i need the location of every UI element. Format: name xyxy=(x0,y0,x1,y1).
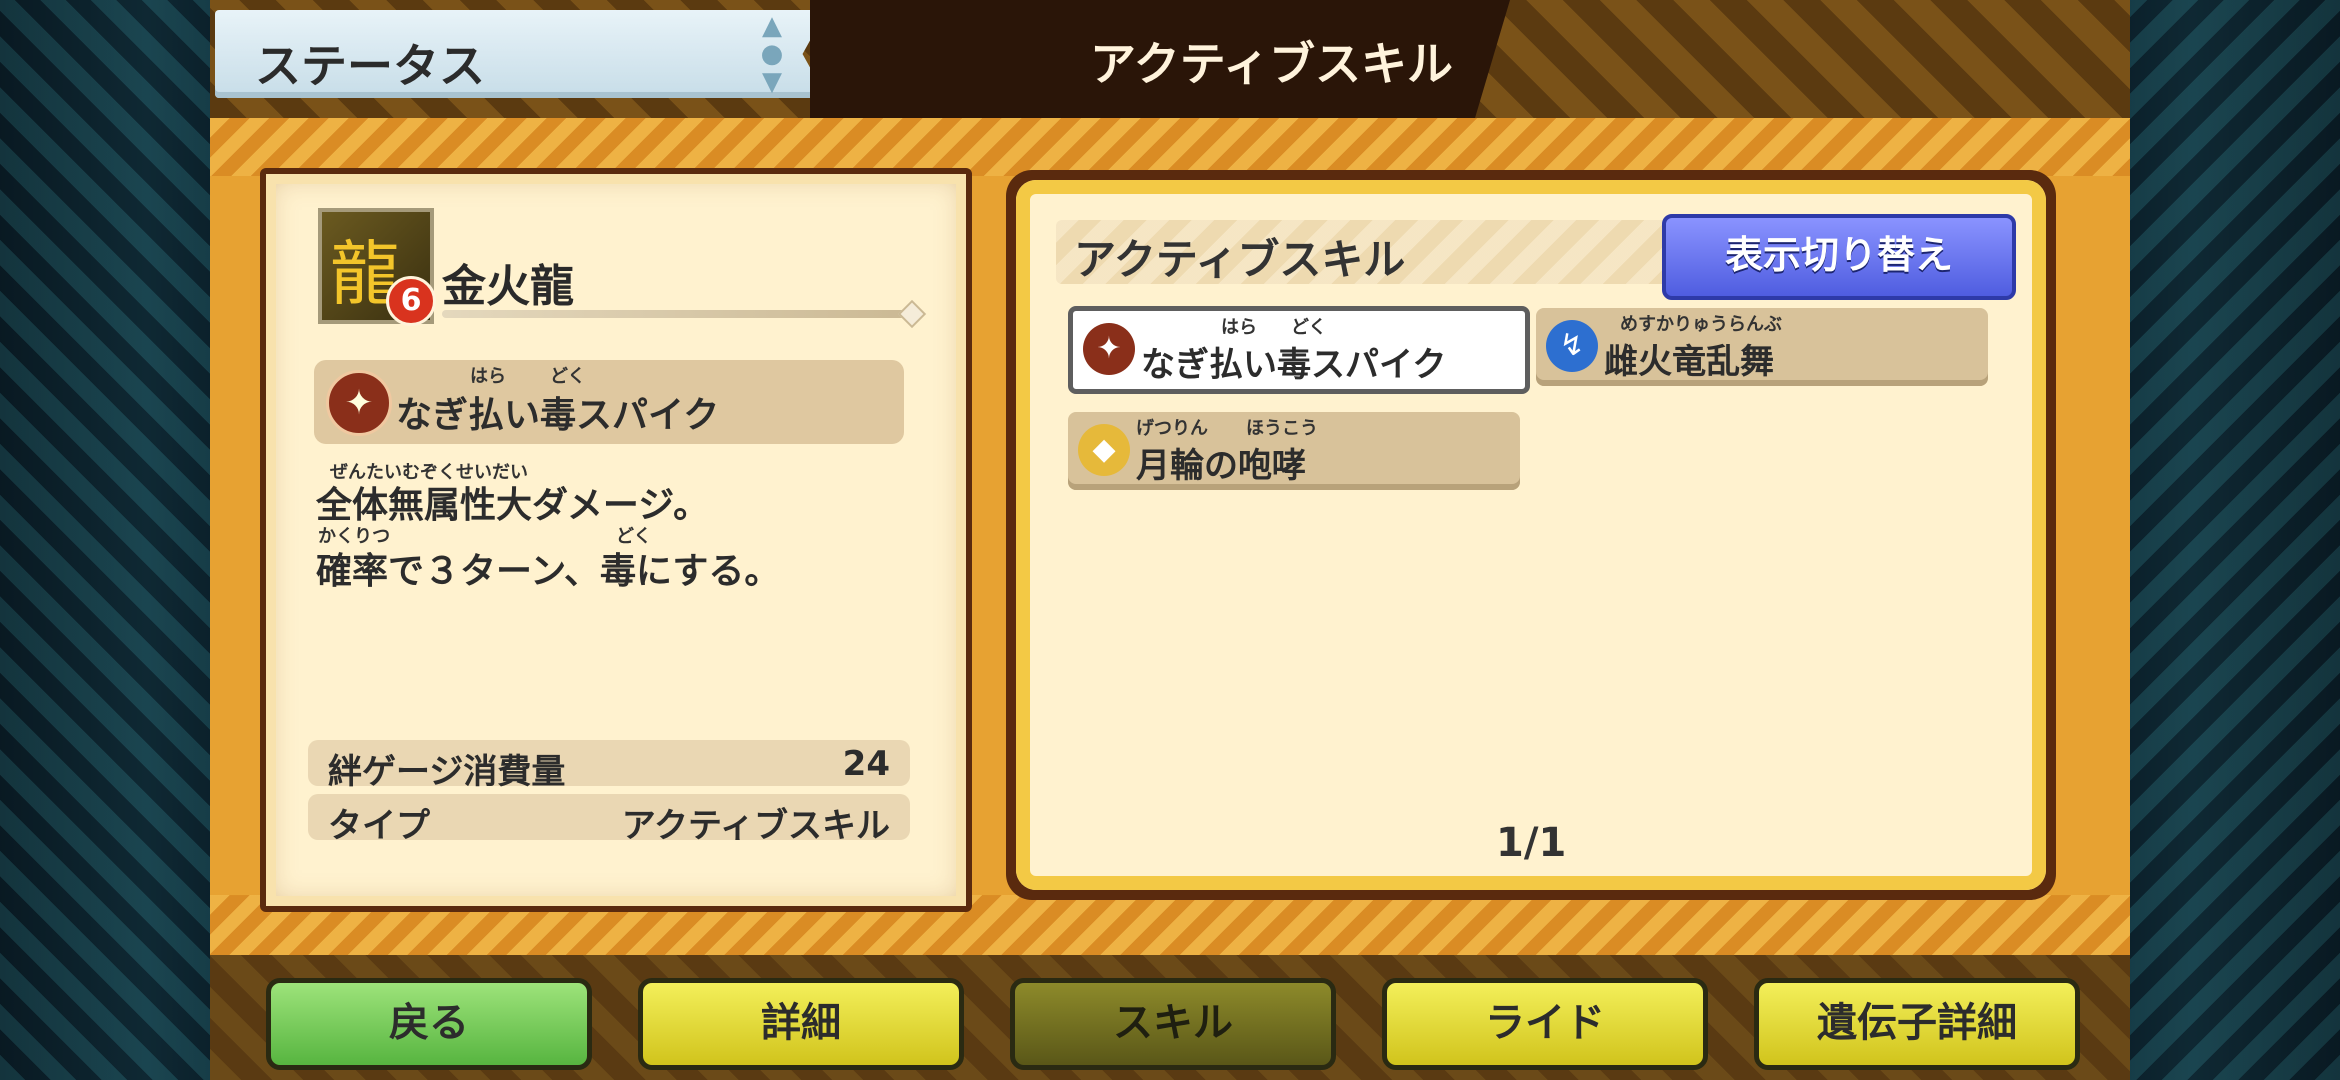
skill-list-item-label: なぎ払い毒スパイク xyxy=(1141,345,1447,385)
right-side-frame xyxy=(2130,0,2340,1080)
back-button[interactable]: 戻る xyxy=(266,978,592,1070)
skill-ruby-doku: どく xyxy=(550,366,586,387)
section-title: アクティブスキル xyxy=(1090,37,1453,91)
skill-list-item-1[interactable]: ✦ はら どく なぎ払い毒スパイク xyxy=(1068,306,1530,394)
skill-list-item-label: 雌火竜乱舞 xyxy=(1604,342,1774,382)
item3-ruby-1: げつりん xyxy=(1136,418,1208,439)
skill-list-item-label: 月輪の咆哮 xyxy=(1136,446,1306,486)
page-indicator: 1/1 xyxy=(1496,820,1567,866)
tab-switch-icon[interactable]: ▲ ● ▼ xyxy=(758,12,786,96)
skill-detail-panel: 龍 6 金火龍 ✦ はら どく なぎ払い毒スパイク ぜんたいむぞくせいだい 全体… xyxy=(260,168,972,912)
skill-list-inner: アクティブスキル 表示切り替え ✦ はら どく なぎ払い毒スパイク ↯ めすかり… xyxy=(1016,180,2046,890)
cost-value: 24 xyxy=(842,744,890,784)
name-underline xyxy=(442,310,912,318)
left-side-frame xyxy=(0,0,210,1080)
status-tab[interactable]: ステータス xyxy=(215,10,827,98)
selected-skill-name: なぎ払い毒スパイク xyxy=(396,395,720,436)
ride-button[interactable]: ライド xyxy=(1382,978,1708,1070)
power-attack-icon: ✦ xyxy=(326,370,392,436)
item1-ruby-1: はら xyxy=(1221,317,1257,338)
item1-ruby-2: どく xyxy=(1291,317,1327,338)
skill-list-item-2[interactable]: ↯ めすかりゅうらんぶ 雌火竜乱舞 xyxy=(1536,308,1988,386)
cost-row: 絆ゲージ消費量 24 xyxy=(308,740,910,792)
item3-ruby-2: ほうこう xyxy=(1246,418,1318,439)
fire-element-badge: 6 xyxy=(386,276,436,326)
monster-icon: 龍 6 xyxy=(318,208,436,326)
item2-ruby-1: めすかりゅうらんぶ xyxy=(1620,314,1782,335)
detail-button[interactable]: 詳細 xyxy=(638,978,964,1070)
cost-label: 絆ゲージ消費量 xyxy=(328,752,566,792)
game-screen: ステータス ▲ ● ▼ アクティブスキル 龍 6 金火龍 ✦ はら どく なぎ払い毒… xyxy=(210,0,2130,1080)
skill-button[interactable]: スキル xyxy=(1010,978,1336,1070)
status-title: ステータス xyxy=(255,39,485,93)
skill-list-title: アクティブスキル xyxy=(1074,235,1406,284)
type-value: アクティブスキル xyxy=(621,806,890,846)
display-toggle-button[interactable]: 表示切り替え xyxy=(1662,214,2016,300)
gene-detail-button[interactable]: 遺伝子詳細 xyxy=(1754,978,2080,1070)
monster-name: 金火龍 xyxy=(442,261,574,312)
power-attack-icon: ✦ xyxy=(1083,323,1135,375)
shield-icon: ◆ xyxy=(1078,424,1130,476)
skill-description-line-2: 確率で３ターン、毒にする。 xyxy=(316,551,781,592)
skill-list-item-3[interactable]: ◆ げつりん ほうこう 月輪の咆哮 xyxy=(1068,412,1520,490)
section-title-band: アクティブスキル xyxy=(810,0,1510,118)
skill-ruby-hara: はら xyxy=(470,366,506,387)
type-label: タイプ xyxy=(328,806,430,846)
selected-skill-header: ✦ はら どく なぎ払い毒スパイク xyxy=(314,360,904,444)
speed-icon: ↯ xyxy=(1546,320,1598,372)
skill-description-line-1: 全体無属性大ダメージ。 xyxy=(316,485,710,526)
skill-list-panel: アクティブスキル 表示切り替え ✦ はら どく なぎ払い毒スパイク ↯ めすかり… xyxy=(1006,170,2056,900)
type-row: タイプ アクティブスキル xyxy=(308,794,910,846)
